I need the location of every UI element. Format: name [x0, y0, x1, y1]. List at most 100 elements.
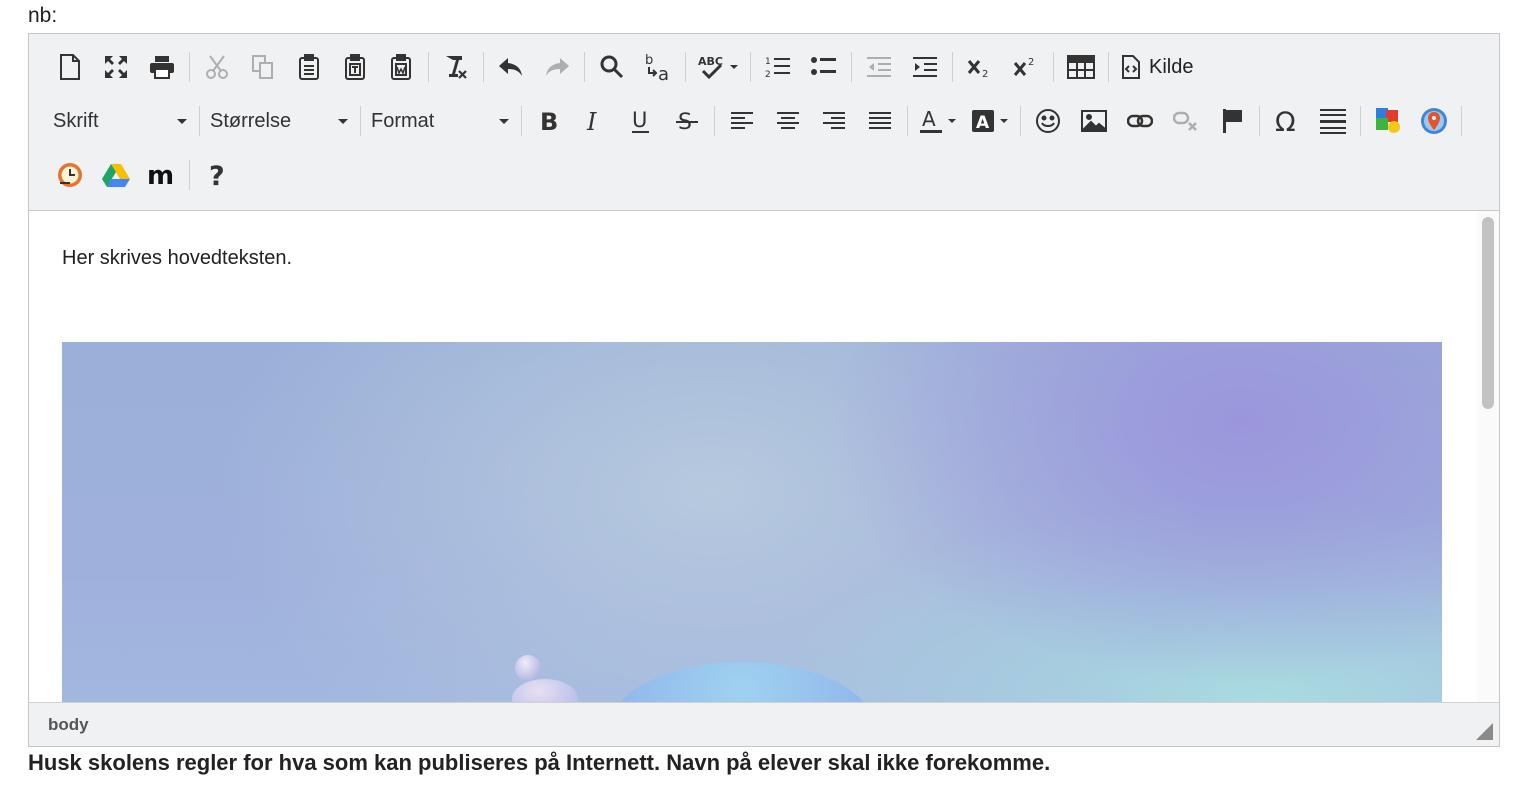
size-select[interactable]: Størrelse	[204, 101, 356, 141]
new-page-icon[interactable]	[50, 47, 90, 87]
format-select-label: Format	[371, 109, 435, 132]
special-character-icon[interactable]: Ω	[1267, 101, 1307, 141]
separator	[907, 106, 908, 136]
indent-icon[interactable]	[905, 47, 945, 87]
image-icon[interactable]	[1074, 101, 1114, 141]
align-left-icon[interactable]	[722, 101, 762, 141]
align-center-icon[interactable]	[768, 101, 808, 141]
m-plugin-icon[interactable]: m	[142, 155, 182, 195]
text-color-icon[interactable]: A	[915, 101, 961, 141]
scrollbar-thumb[interactable]	[1482, 217, 1494, 409]
print-icon[interactable]	[142, 47, 182, 87]
chevron-down-icon	[499, 118, 509, 124]
editor-toolbar: ba ABC 12 2 2 Kilde Skrift Størrelse For…	[29, 34, 1499, 211]
svg-text:A: A	[922, 108, 936, 131]
smiley-icon[interactable]	[1028, 101, 1068, 141]
strikethrough-icon[interactable]: S	[667, 101, 707, 141]
undo-icon[interactable]	[491, 47, 531, 87]
copy-icon[interactable]	[243, 47, 283, 87]
superscript-icon[interactable]: 2	[1006, 47, 1046, 87]
paste-text-icon[interactable]	[335, 47, 375, 87]
svg-text:2: 2	[765, 70, 771, 79]
publishing-notice: Husk skolens regler for hva som kan publ…	[28, 750, 1051, 775]
separator	[1360, 106, 1361, 136]
toolbar-row-3: m ?	[47, 152, 240, 198]
map-plugin-icon[interactable]	[1414, 101, 1454, 141]
separator	[750, 52, 751, 82]
size-select-label: Størrelse	[210, 109, 292, 132]
table-icon[interactable]	[1061, 47, 1101, 87]
separator	[685, 52, 686, 82]
body-paragraph: Her skrives hovedteksten.	[62, 247, 293, 269]
spellcheck-icon[interactable]: ABC	[693, 47, 743, 87]
vertical-scrollbar[interactable]	[1477, 211, 1499, 703]
svg-text:b: b	[645, 53, 653, 68]
italic-icon[interactable]: I	[575, 101, 615, 141]
chevron-down-icon	[338, 118, 348, 124]
link-icon[interactable]	[1120, 101, 1160, 141]
outdent-icon[interactable]	[859, 47, 899, 87]
format-select[interactable]: Format	[365, 101, 517, 141]
svg-text:2: 2	[982, 69, 988, 79]
svg-text:2: 2	[1028, 57, 1034, 68]
bullet-list-icon[interactable]	[804, 47, 844, 87]
subscript-icon[interactable]: 2	[960, 47, 1000, 87]
background-color-icon[interactable]: A	[967, 101, 1013, 141]
google-drive-icon[interactable]	[96, 155, 136, 195]
image-shape	[607, 662, 877, 703]
field-label: nb:	[28, 4, 58, 27]
paste-word-icon[interactable]	[381, 47, 421, 87]
svg-text:B: B	[540, 109, 558, 133]
rich-text-editor: ba ABC 12 2 2 Kilde Skrift Størrelse For…	[28, 33, 1500, 747]
svg-text:1: 1	[765, 57, 771, 67]
toolbar-row-2: Skrift Størrelse Format B I U S A A Ω	[47, 98, 1466, 144]
help-icon[interactable]: ?	[197, 155, 237, 195]
redo-icon[interactable]	[537, 47, 577, 87]
image-shape	[515, 655, 541, 681]
separator	[199, 106, 200, 136]
align-justify-icon[interactable]	[860, 101, 900, 141]
svg-text:a: a	[658, 64, 669, 82]
paste-icon[interactable]	[289, 47, 329, 87]
anchor-flag-icon[interactable]	[1212, 101, 1252, 141]
svg-text:I: I	[586, 109, 597, 133]
svg-text:Ω: Ω	[1275, 108, 1296, 134]
separator	[584, 52, 585, 82]
separator	[952, 52, 953, 82]
font-select-label: Skrift	[53, 109, 99, 132]
svg-text:m: m	[148, 164, 174, 186]
separator	[483, 52, 484, 82]
cut-icon[interactable]	[197, 47, 237, 87]
chevron-down-icon	[177, 118, 187, 124]
svg-text:?: ?	[209, 161, 225, 189]
editor-content-area[interactable]: Her skrives hovedteksten.	[29, 211, 1477, 703]
numbered-list-icon[interactable]: 12	[758, 47, 798, 87]
resize-handle-icon[interactable]	[1476, 723, 1493, 740]
underline-icon[interactable]: U	[621, 101, 661, 141]
svg-text:A: A	[976, 113, 990, 133]
separator	[428, 52, 429, 82]
bold-icon[interactable]: B	[529, 101, 569, 141]
toolbar-row-1: ba ABC 12 2 2 Kilde	[47, 44, 1201, 90]
remove-format-icon[interactable]	[436, 47, 476, 87]
timeline-plugin-icon[interactable]	[50, 155, 90, 195]
source-button[interactable]: Kilde	[1113, 47, 1201, 87]
separator	[189, 160, 190, 190]
maximize-icon[interactable]	[96, 47, 136, 87]
shapes-plugin-icon[interactable]	[1368, 101, 1408, 141]
font-select[interactable]: Skrift	[47, 101, 195, 141]
separator	[1259, 106, 1260, 136]
separator	[1053, 52, 1054, 82]
element-path[interactable]: body	[48, 715, 89, 735]
source-label: Kilde	[1149, 55, 1194, 78]
svg-text:U: U	[632, 108, 647, 132]
unlink-icon[interactable]	[1166, 101, 1206, 141]
content-image	[62, 342, 1442, 703]
editor-statusbar: body	[29, 702, 1499, 746]
horizontal-line-icon[interactable]	[1313, 101, 1353, 141]
find-icon[interactable]	[592, 47, 632, 87]
align-right-icon[interactable]	[814, 101, 854, 141]
replace-icon[interactable]: ba	[638, 47, 678, 87]
separator	[714, 106, 715, 136]
separator	[1108, 52, 1109, 82]
